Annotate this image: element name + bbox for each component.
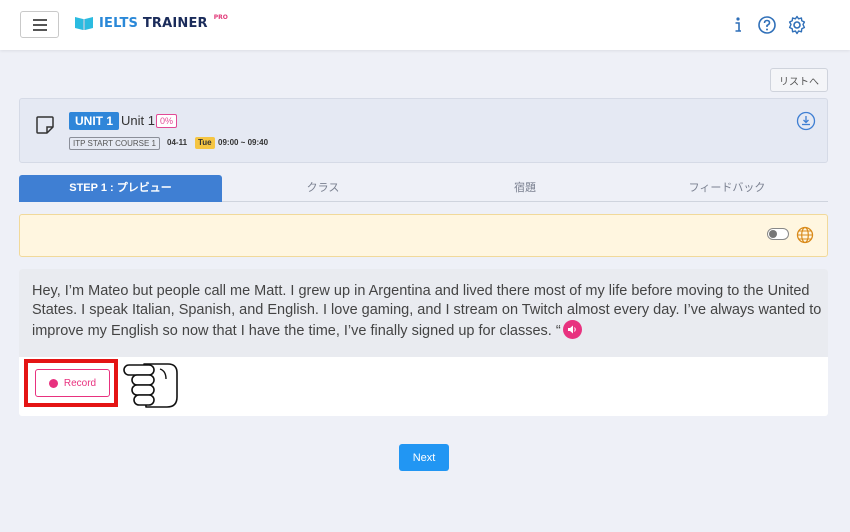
note-icon [36,116,54,134]
unit-info-card: UNIT 1 Unit 1 0% ITP START COURSE 1 04-1… [19,98,828,163]
download-icon[interactable] [796,111,816,131]
speaker-icon [567,325,576,334]
tab-homework[interactable]: 宿題 [424,175,626,202]
app-header: IELTS TRAINER PRO [0,0,850,50]
lesson-date: 04-11 [167,138,188,147]
record-dot-icon [48,378,58,388]
passage-area: Hey, I’m Mateo but people call me Matt. … [19,269,828,357]
unit-name: Unit 1 [121,113,155,128]
menu-button[interactable] [20,11,59,38]
logo-text: IELTS TRAINER [99,15,208,31]
translation-panel [19,214,828,257]
help-icon[interactable] [757,15,777,35]
logo-pro-label: PRO [213,13,228,21]
tab-class[interactable]: クラス [222,175,424,202]
record-button[interactable]: Record [35,369,110,397]
menu-icon-bar [32,23,47,26]
globe-icon[interactable] [796,226,814,244]
record-button-label: Record [63,377,97,389]
app-logo[interactable]: IELTS TRAINER PRO [74,13,228,31]
progress-badge: 0% [156,114,178,128]
step-tabs: STEP 1 : プレビュー クラス 宿題 フィードバック [19,175,828,202]
menu-icon-bar [32,28,47,31]
settings-icon[interactable] [787,15,807,35]
record-highlight: Record [24,359,118,407]
tab-feedback[interactable]: フィードバック [626,175,828,202]
unit-badge: UNIT 1 [69,112,120,130]
book-icon [75,17,93,30]
translation-toggle[interactable] [767,228,789,240]
play-audio-button[interactable] [562,320,582,339]
info-icon[interactable] [728,15,748,35]
passage-text: Hey, I’m Mateo but people call me Matt. … [32,283,822,339]
tab-preview[interactable]: STEP 1 : プレビュー [19,175,222,202]
next-button[interactable]: Next [399,444,449,471]
course-tag: ITP START COURSE 1 [69,137,160,150]
pointing-hand-icon [123,363,178,408]
lesson-time: 09:00 ~ 09:40 [218,138,269,147]
lesson-day-badge: Tue [195,137,215,149]
back-to-list-button[interactable]: リストへ [770,68,828,92]
passage-container: Hey, I’m Mateo but people call me Matt. … [32,282,822,341]
menu-icon-bar [32,18,47,21]
